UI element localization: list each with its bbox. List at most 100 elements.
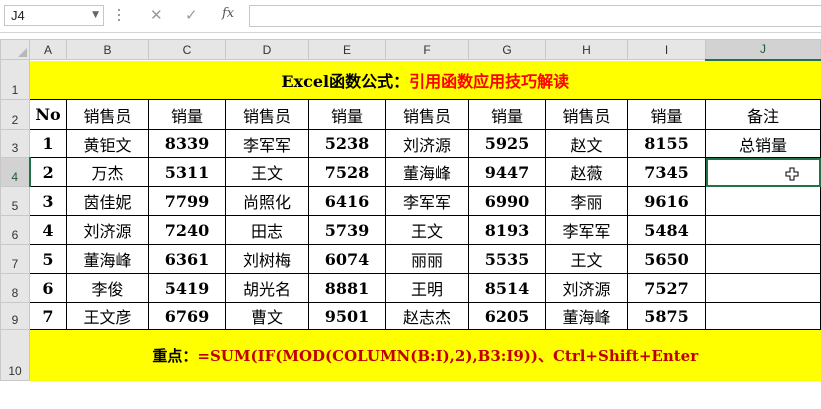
table-header-cell[interactable]: 销量 (468, 99, 546, 130)
table-cell[interactable]: 刘树梅 (225, 244, 309, 274)
table-cell[interactable] (705, 302, 821, 330)
cancel-icon[interactable]: ✕ (150, 6, 163, 24)
formula-input[interactable] (249, 5, 821, 27)
table-header-cell[interactable]: 销售员 (225, 99, 309, 130)
table-cell[interactable]: 万杰 (66, 157, 149, 187)
table-header-cell[interactable]: 销售员 (545, 99, 628, 130)
formula-bar-grip-icon[interactable] (117, 9, 121, 23)
table-cell[interactable]: 7240 (148, 215, 226, 245)
title-banner[interactable]: Excel函数公式：引用函数应用技巧解读 (29, 59, 821, 100)
table-cell[interactable]: 刘济源 (66, 215, 149, 245)
table-cell[interactable]: 5875 (627, 302, 706, 330)
table-cell[interactable]: 李军军 (385, 186, 469, 216)
row-header-3[interactable]: 3 (0, 129, 30, 158)
table-cell[interactable]: 董海峰 (545, 302, 628, 330)
row-header-9[interactable]: 9 (0, 302, 30, 330)
table-cell[interactable]: 3 (29, 186, 67, 216)
column-header-i[interactable]: I (627, 39, 706, 60)
table-cell[interactable]: 茵佳妮 (66, 186, 149, 216)
table-cell[interactable]: 9616 (627, 186, 706, 216)
table-header-cell[interactable]: 销量 (308, 99, 386, 130)
key-point-banner[interactable]: 重点：=SUM(IF(MOD(COLUMN(B:I),2),B3:I9))、Ct… (29, 329, 821, 381)
row-header-8[interactable]: 8 (0, 273, 30, 303)
row-header-2[interactable]: 2 (0, 99, 30, 130)
name-box[interactable]: J4 ▼ (4, 5, 104, 26)
table-cell[interactable]: 赵文 (545, 129, 628, 158)
column-header-h[interactable]: H (545, 39, 628, 60)
table-cell[interactable]: 刘济源 (385, 129, 469, 158)
row-header-7[interactable]: 7 (0, 244, 30, 274)
table-cell[interactable]: 6416 (308, 186, 386, 216)
column-header-d[interactable]: D (225, 39, 309, 60)
table-cell[interactable]: 8193 (468, 215, 546, 245)
table-cell[interactable]: 李军军 (545, 215, 628, 245)
row-header-10[interactable]: 10 (0, 329, 30, 381)
column-header-a[interactable]: A (29, 39, 67, 60)
table-cell[interactable]: 8339 (148, 129, 226, 158)
table-header-cell[interactable]: 销售员 (385, 99, 469, 130)
column-header-e[interactable]: E (308, 39, 386, 60)
table-cell[interactable]: 5925 (468, 129, 546, 158)
table-cell[interactable]: 7528 (308, 157, 386, 187)
table-cell[interactable] (705, 273, 821, 303)
table-cell[interactable]: 王文 (545, 244, 628, 274)
table-cell[interactable]: 6074 (308, 244, 386, 274)
table-cell[interactable]: 黄钜文 (66, 129, 149, 158)
chevron-down-icon[interactable]: ▼ (92, 10, 99, 20)
table-cell[interactable]: 2 (29, 157, 67, 187)
table-cell[interactable]: 王明 (385, 273, 469, 303)
table-cell[interactable]: 董海峰 (66, 244, 149, 274)
column-header-g[interactable]: G (468, 39, 546, 60)
table-header-cell[interactable]: 销量 (627, 99, 706, 130)
table-cell[interactable]: 李丽 (545, 186, 628, 216)
row-header-1[interactable]: 1 (0, 59, 30, 100)
table-cell[interactable]: 8155 (627, 129, 706, 158)
table-cell[interactable]: 赵薇 (545, 157, 628, 187)
table-cell[interactable]: 6361 (148, 244, 226, 274)
table-header-cell[interactable]: 备注 (705, 99, 821, 130)
table-cell[interactable]: 7345 (627, 157, 706, 187)
table-cell[interactable] (705, 215, 821, 245)
table-cell[interactable]: 5 (29, 244, 67, 274)
table-cell[interactable]: 8881 (308, 273, 386, 303)
active-cell[interactable] (705, 157, 821, 187)
table-cell[interactable]: 6 (29, 273, 67, 303)
table-cell[interactable]: 王文彦 (66, 302, 149, 330)
table-cell[interactable]: 9447 (468, 157, 546, 187)
row-header-5[interactable]: 5 (0, 186, 30, 216)
table-cell[interactable] (705, 186, 821, 216)
insert-function-icon[interactable]: fx (222, 6, 234, 21)
table-cell[interactable]: 田志 (225, 215, 309, 245)
table-cell[interactable]: 9501 (308, 302, 386, 330)
table-cell[interactable]: 曹文 (225, 302, 309, 330)
row-header-6[interactable]: 6 (0, 215, 30, 245)
table-cell[interactable]: 7799 (148, 186, 226, 216)
table-cell[interactable]: 1 (29, 129, 67, 158)
table-cell[interactable]: 5419 (148, 273, 226, 303)
table-cell[interactable]: 6990 (468, 186, 546, 216)
table-cell[interactable]: 6769 (148, 302, 226, 330)
column-header-j[interactable]: J (705, 39, 821, 61)
table-cell[interactable]: 丽丽 (385, 244, 469, 274)
column-header-c[interactable]: C (148, 39, 226, 60)
column-header-b[interactable]: B (66, 39, 149, 60)
table-cell[interactable]: 胡光名 (225, 273, 309, 303)
enter-icon[interactable]: ✓ (185, 6, 198, 24)
table-header-cell[interactable]: 销售员 (66, 99, 149, 130)
table-cell[interactable]: 5650 (627, 244, 706, 274)
table-cell[interactable]: 李俊 (66, 273, 149, 303)
table-cell[interactable] (705, 244, 821, 274)
table-cell[interactable]: 赵志杰 (385, 302, 469, 330)
table-cell[interactable]: 7 (29, 302, 67, 330)
table-cell[interactable]: 刘济源 (545, 273, 628, 303)
table-header-cell[interactable]: 销量 (148, 99, 226, 130)
column-header-f[interactable]: F (385, 39, 469, 60)
select-all-corner[interactable] (0, 39, 30, 60)
table-cell[interactable]: 6205 (468, 302, 546, 330)
table-cell[interactable]: 5311 (148, 157, 226, 187)
table-cell[interactable]: 李军军 (225, 129, 309, 158)
table-cell[interactable]: 王文 (385, 215, 469, 245)
row-header-4[interactable]: 4 (0, 157, 31, 187)
table-cell[interactable]: 8514 (468, 273, 546, 303)
table-header-cell[interactable]: No (29, 99, 67, 130)
